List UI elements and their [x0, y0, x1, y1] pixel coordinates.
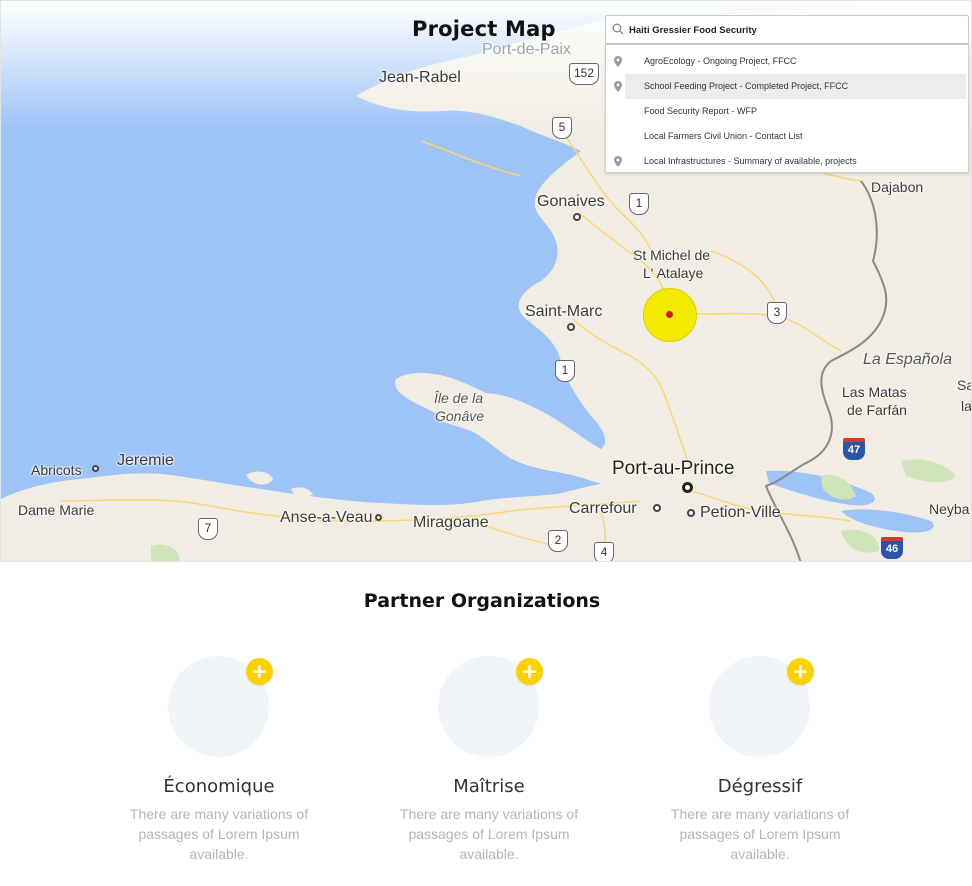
route-shield-3: 3 [767, 302, 787, 324]
route-shield-1-south: 1 [555, 360, 575, 382]
route-shield-1-north: 1 [629, 193, 649, 215]
map-label-dajabon: Dajabon [871, 179, 924, 195]
partner-card: + Économique There are many variations o… [109, 656, 329, 876]
search-result-label: AgroEcology - Ongoing Project, FFCC [644, 56, 797, 66]
route-shield-7: 7 [198, 518, 218, 540]
route-shield-2: 2 [548, 530, 568, 552]
highway-shield-47: 47 [843, 438, 865, 460]
partner-description: There are many variations of passages of… [399, 806, 579, 862]
map-label-sa: Sa [957, 377, 971, 393]
map-label-port-de-paix: Port-de-Paix [482, 41, 571, 58]
search-result-item-active[interactable]: School Feeding Project - Completed Proje… [606, 74, 968, 99]
map-label-abricots: Abricots [31, 462, 82, 478]
map-label-jeremie: Jeremie [117, 452, 174, 469]
city-dot-petion-ville [687, 509, 695, 517]
map-label-las-matas-line1: Las Matas [842, 384, 907, 400]
map-label-gonaives: Gonaives [537, 193, 605, 210]
partner-name: Maîtrise [453, 776, 525, 797]
location-pin-icon [614, 56, 622, 67]
partner-name: Dégressif [717, 776, 803, 797]
search-result-item[interactable]: Local Farmers Civil Union - Contact List [606, 124, 968, 149]
search-input[interactable] [629, 21, 959, 39]
search-result-item[interactable]: Local Infrastructures - Summary of avail… [606, 149, 968, 174]
partner-card: + Maîtrise There are many variations of … [379, 656, 599, 876]
map-label-la: la [961, 398, 972, 414]
search-icon [612, 23, 624, 35]
route-shield-152: 152 [569, 63, 599, 85]
city-dot-saint-marc [567, 323, 575, 331]
map-label-jean-rabel: Jean-Rabel [379, 69, 461, 86]
partner-name: Économique [163, 776, 275, 797]
search-result-label: School Feeding Project - Completed Proje… [644, 81, 849, 91]
map-label-neyba: Neyba [929, 501, 970, 517]
map-label-st-michel-line1: St Michel de [633, 247, 711, 263]
map-label-st-michel-line2: L' Atalaye [643, 265, 704, 281]
capital-dot-port-au-prince [682, 482, 693, 493]
city-dot-gonaives [573, 213, 581, 221]
location-pin-icon [614, 81, 622, 92]
search-result-label: Food Security Report - WFP [644, 106, 758, 116]
map-label-port-au-prince: Port-au-Prince [612, 458, 735, 479]
map-label-ile-gonave-line1: Île de la [434, 390, 484, 406]
map-label-las-matas-line2: de Farfán [847, 402, 907, 418]
map-label-saint-marc: Saint-Marc [525, 303, 603, 320]
route-shield-5: 5 [552, 117, 572, 139]
partners-section-title: Partner Organizations [363, 590, 601, 612]
map-label-ile-gonave-line2: Gonâve [435, 408, 485, 424]
highway-shield-46: 46 [881, 537, 903, 559]
plus-icon[interactable]: + [787, 658, 814, 685]
city-dot-abricots [92, 465, 99, 472]
search-result-item[interactable]: Food Security Report - WFP [606, 99, 968, 124]
search-results-dropdown: AgroEcology - Ongoing Project, FFCC Scho… [605, 44, 969, 173]
plus-icon[interactable]: + [516, 658, 543, 685]
city-dot-carrefour [653, 504, 661, 512]
plus-icon[interactable]: + [246, 658, 273, 685]
map-label-la-espanola: La Española [863, 351, 952, 368]
route-shield-4: 4 [594, 542, 614, 561]
map-label-anse-a-veau: Anse-a-Veau [280, 509, 373, 526]
map-label-miragoane: Miragoane [413, 514, 489, 531]
map-label-carrefour: Carrefour [569, 500, 637, 517]
search-result-item[interactable]: AgroEcology - Ongoing Project, FFCC [606, 49, 968, 74]
map-title: Project Map [412, 17, 556, 41]
map-label-dame-marie: Dame Marie [18, 502, 95, 518]
map-search-box[interactable] [605, 15, 969, 44]
search-result-label: Local Farmers Civil Union - Contact List [644, 131, 803, 141]
search-result-label: Local Infrastructures - Summary of avail… [644, 156, 857, 166]
partner-description: There are many variations of passages of… [129, 806, 309, 862]
city-dot-anse-a-veau [375, 514, 382, 521]
map-label-petion-ville: Petion-Ville [700, 504, 781, 521]
project-marker-dot[interactable] [666, 311, 673, 318]
partner-card: + Dégressif There are many variations of… [650, 656, 870, 876]
partner-description: There are many variations of passages of… [670, 806, 850, 862]
location-pin-icon [614, 156, 622, 167]
